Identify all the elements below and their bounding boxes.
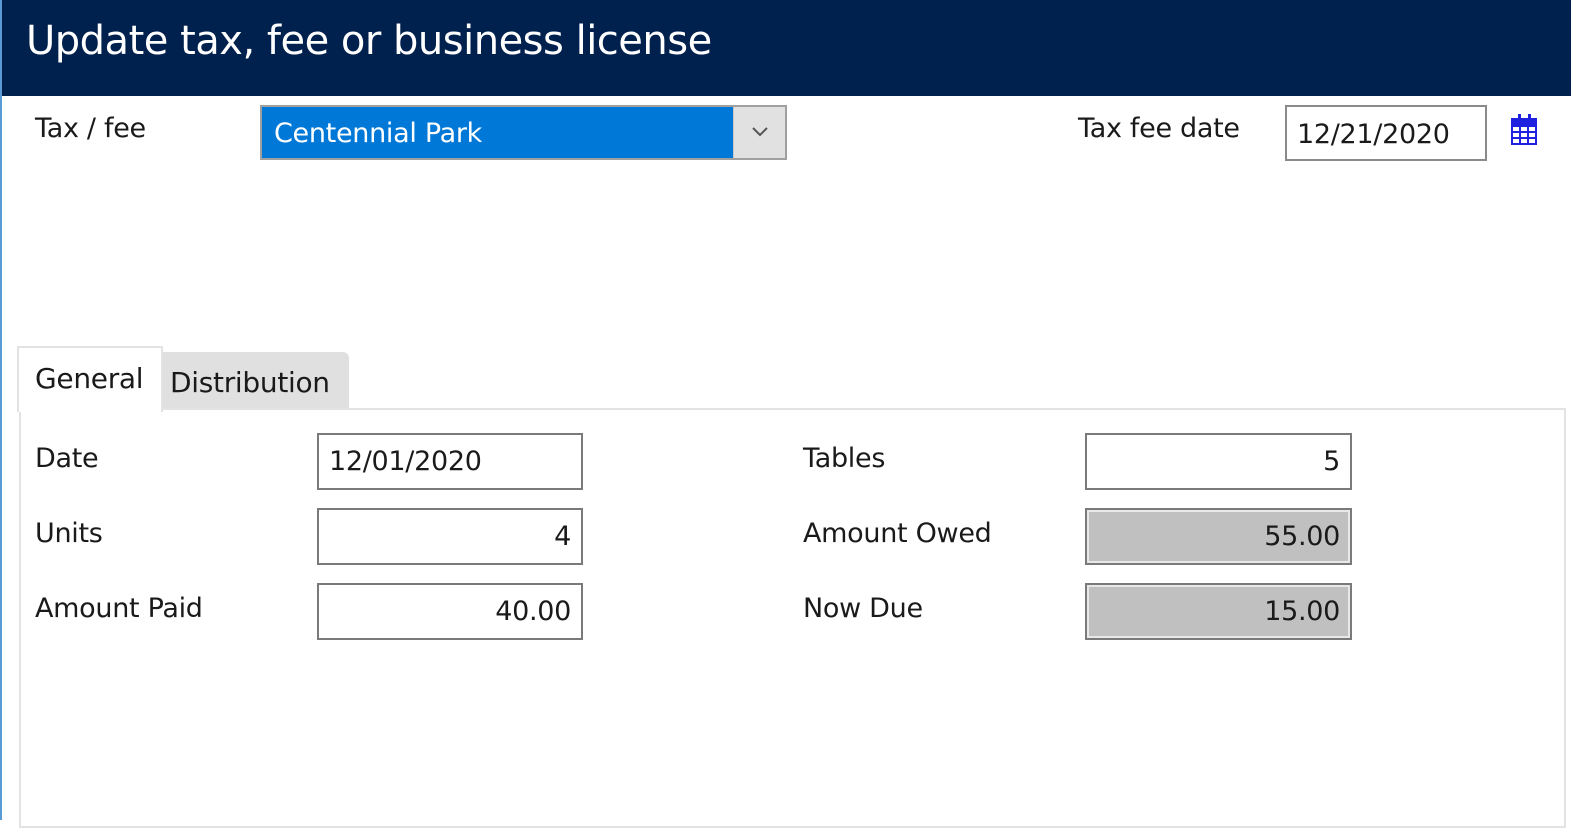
update-tax-fee-window: Update tax, fee or business license Tax …: [0, 0, 1571, 828]
amount-owed-value: 55.00: [1264, 521, 1340, 552]
chevron-down-icon: [752, 127, 768, 137]
amount-paid-input[interactable]: 40.00: [317, 583, 583, 640]
now-due-label: Now Due: [803, 593, 923, 624]
calendar-icon[interactable]: [1508, 113, 1540, 147]
date-value: 12/01/2020: [329, 446, 482, 477]
date-label: Date: [35, 443, 99, 474]
amount-owed-field: 55.00: [1085, 508, 1352, 565]
tab-distribution-label: Distribution: [170, 366, 330, 399]
title-bar: Update tax, fee or business license: [2, 0, 1571, 96]
tab-general-label: General: [35, 362, 144, 395]
tax-fee-dropdown-button[interactable]: [733, 107, 785, 158]
now-due-field: 15.00: [1085, 583, 1352, 640]
tables-input[interactable]: 5: [1085, 433, 1352, 490]
tax-fee-date-input[interactable]: 12/21/2020: [1285, 105, 1487, 161]
tables-value: 5: [1323, 446, 1340, 477]
tab-general[interactable]: General: [17, 346, 163, 412]
now-due-value: 15.00: [1264, 596, 1340, 627]
date-input[interactable]: 12/01/2020: [317, 433, 583, 490]
tax-fee-date-value: 12/21/2020: [1297, 119, 1450, 150]
tax-fee-dropdown[interactable]: Centennial Park: [260, 105, 787, 160]
amount-paid-label: Amount Paid: [35, 593, 203, 624]
tax-fee-label: Tax / fee: [35, 113, 146, 144]
tab-distribution[interactable]: Distribution: [163, 352, 349, 408]
units-label: Units: [35, 518, 103, 549]
units-value: 4: [554, 521, 571, 552]
amount-paid-value: 40.00: [495, 596, 571, 627]
tax-fee-date-label: Tax fee date: [1078, 113, 1240, 144]
units-input[interactable]: 4: [317, 508, 583, 565]
amount-owed-label: Amount Owed: [803, 518, 992, 549]
window-title: Update tax, fee or business license: [26, 18, 712, 64]
tax-fee-selected-value: Centennial Park: [274, 118, 482, 149]
tables-label: Tables: [803, 443, 886, 474]
